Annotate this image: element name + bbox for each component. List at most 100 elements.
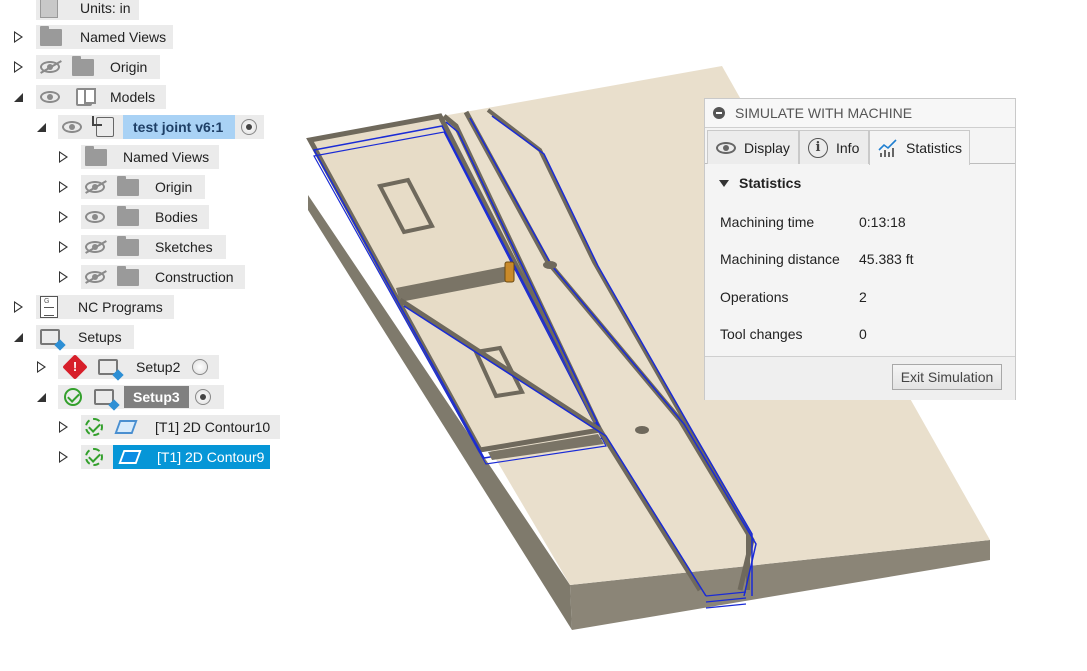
collapse-triangle-icon[interactable] bbox=[37, 123, 46, 132]
eye-hidden-icon[interactable] bbox=[85, 271, 105, 283]
exit-simulation-button[interactable]: Exit Simulation bbox=[892, 364, 1002, 390]
units-icon bbox=[40, 0, 58, 18]
contour10-item[interactable]: [T1] 2D Contour10 bbox=[81, 415, 280, 439]
contour9-item[interactable]: [T1] 2D Contour9 bbox=[113, 445, 270, 469]
component-name-highlight: test joint v6:1 bbox=[123, 115, 236, 139]
expand-triangle-icon[interactable] bbox=[59, 421, 68, 433]
expand-triangle-icon[interactable] bbox=[59, 151, 68, 163]
models-item[interactable]: Models bbox=[36, 85, 166, 109]
stat-label: Tool changes bbox=[720, 326, 803, 342]
notch-1 bbox=[543, 261, 557, 269]
sub-origin-item[interactable]: Origin bbox=[81, 175, 205, 199]
tab-info[interactable]: i Info bbox=[799, 130, 869, 164]
eye-visible-icon[interactable] bbox=[62, 121, 82, 133]
stat-value: 2 bbox=[859, 289, 867, 305]
component-item[interactable]: test joint v6:1 bbox=[58, 115, 264, 139]
setup2-item[interactable]: ! Setup2 bbox=[58, 354, 219, 380]
activate-radio-icon[interactable] bbox=[192, 359, 209, 375]
setup-icon bbox=[40, 329, 60, 345]
contour9-status-cell bbox=[81, 445, 113, 469]
setup-icon bbox=[94, 389, 114, 405]
tab-statistics[interactable]: Statistics bbox=[869, 130, 970, 165]
folder-icon bbox=[117, 235, 139, 256]
folder-icon bbox=[117, 205, 139, 226]
setup3-label: Setup3 bbox=[133, 389, 180, 405]
component-reference-icon bbox=[92, 116, 114, 137]
tab-statistics-label: Statistics bbox=[906, 140, 963, 156]
info-icon: i bbox=[808, 137, 828, 158]
eye-visible-icon[interactable] bbox=[40, 91, 60, 103]
construction-item[interactable]: Construction bbox=[81, 265, 245, 289]
named-views-label: Named Views bbox=[80, 29, 167, 45]
folder-icon bbox=[117, 265, 139, 286]
tab-display[interactable]: Display bbox=[707, 130, 799, 164]
check-ok-icon bbox=[85, 418, 103, 436]
contour-operation-icon bbox=[118, 450, 142, 464]
expand-triangle-icon[interactable] bbox=[14, 61, 23, 73]
statistics-section-title: Statistics bbox=[739, 175, 802, 191]
expand-triangle-icon[interactable] bbox=[37, 361, 46, 373]
setups-item[interactable]: Setups bbox=[36, 325, 134, 349]
tab-info-label: Info bbox=[836, 139, 860, 156]
nc-programs-item[interactable]: NC Programs bbox=[36, 295, 174, 319]
eye-hidden-icon[interactable] bbox=[85, 181, 105, 193]
setup3-item[interactable]: Setup3 bbox=[58, 385, 224, 409]
error-warning-icon: ! bbox=[62, 354, 88, 380]
cutting-tool bbox=[504, 261, 515, 283]
panel-header[interactable]: SIMULATE WITH MACHINE bbox=[705, 99, 1015, 128]
units-label: Units: in bbox=[80, 0, 131, 16]
collapse-triangle-icon[interactable] bbox=[14, 93, 23, 102]
bodies-item[interactable]: Bodies bbox=[81, 205, 209, 229]
section-collapse-icon[interactable] bbox=[719, 179, 729, 187]
stat-label: Operations bbox=[720, 289, 789, 305]
collapse-panel-icon[interactable] bbox=[713, 107, 725, 119]
eye-hidden-icon[interactable] bbox=[40, 61, 60, 73]
nc-programs-label: NC Programs bbox=[78, 299, 163, 315]
nc-program-icon bbox=[40, 296, 58, 318]
tab-display-label: Display bbox=[744, 139, 790, 156]
named-views-item[interactable]: Named Views bbox=[36, 25, 173, 49]
stat-label: Machining distance bbox=[720, 251, 840, 267]
eye-hidden-icon[interactable] bbox=[85, 241, 105, 253]
bodies-label: Bodies bbox=[155, 209, 198, 225]
expand-triangle-icon[interactable] bbox=[59, 181, 68, 193]
check-ok-icon bbox=[85, 448, 103, 466]
collapse-triangle-icon[interactable] bbox=[14, 333, 23, 342]
expand-triangle-icon[interactable] bbox=[59, 271, 68, 283]
expand-triangle-icon[interactable] bbox=[59, 451, 68, 463]
panel-footer: Exit Simulation bbox=[705, 356, 1015, 400]
stat-value: 45.383 ft bbox=[859, 251, 914, 267]
stat-label: Machining time bbox=[720, 214, 815, 230]
sub-origin-label: Origin bbox=[155, 179, 193, 195]
expand-triangle-icon[interactable] bbox=[14, 301, 23, 313]
origin-item[interactable]: Origin bbox=[36, 55, 160, 79]
collapse-triangle-icon[interactable] bbox=[37, 393, 46, 402]
folder-icon bbox=[40, 25, 62, 46]
statistics-section-header[interactable]: Statistics bbox=[705, 164, 1015, 202]
stat-value: 0 bbox=[859, 326, 867, 342]
stat-value: 0:13:18 bbox=[859, 214, 906, 230]
contour9-label: [T1] 2D Contour9 bbox=[157, 449, 265, 465]
expand-triangle-icon[interactable] bbox=[59, 211, 68, 223]
contour-operation-icon bbox=[114, 420, 138, 434]
simulate-panel: SIMULATE WITH MACHINE Display i Info Sta… bbox=[704, 98, 1016, 400]
component-label: test joint v6:1 bbox=[133, 119, 224, 135]
sketches-item[interactable]: Sketches bbox=[81, 235, 226, 259]
expand-triangle-icon[interactable] bbox=[14, 31, 23, 43]
construction-label: Construction bbox=[155, 269, 234, 285]
activate-radio-icon[interactable] bbox=[194, 389, 211, 405]
sub-named-views-item[interactable]: Named Views bbox=[81, 145, 219, 169]
activate-radio-icon[interactable] bbox=[241, 119, 258, 135]
folder-icon bbox=[117, 175, 139, 196]
setup-icon bbox=[98, 359, 118, 375]
panel-title: SIMULATE WITH MACHINE bbox=[735, 105, 913, 121]
expand-triangle-icon[interactable] bbox=[59, 241, 68, 253]
eye-visible-icon[interactable] bbox=[85, 211, 105, 223]
units-item[interactable]: Units: in bbox=[36, 0, 139, 20]
notch-2 bbox=[635, 426, 649, 434]
setup2-label: Setup2 bbox=[136, 359, 181, 375]
models-label: Models bbox=[110, 89, 156, 105]
check-ok-icon bbox=[64, 388, 82, 406]
origin-label: Origin bbox=[110, 59, 148, 75]
sub-named-views-label: Named Views bbox=[123, 149, 210, 165]
